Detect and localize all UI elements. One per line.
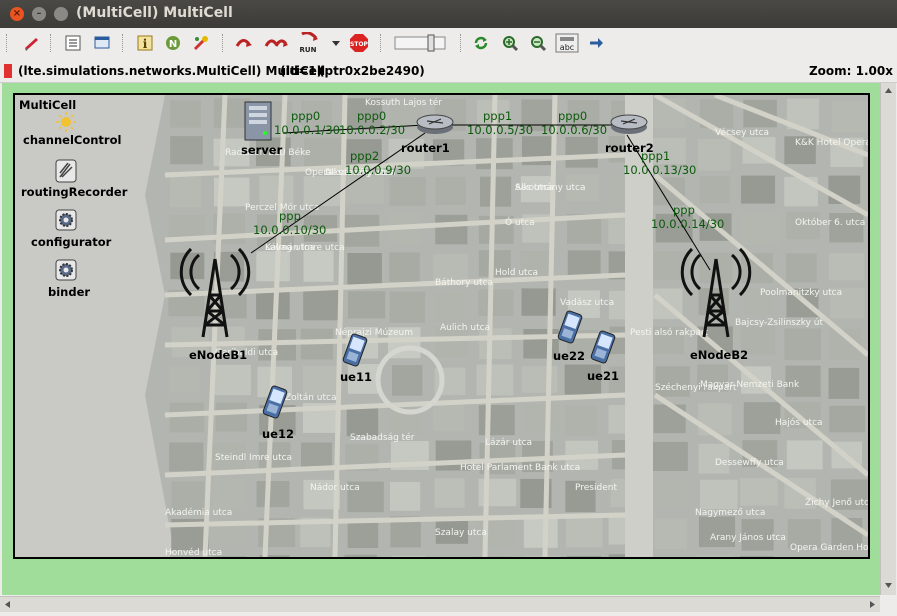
maximize-button[interactable] — [54, 7, 68, 21]
server-icon[interactable] — [243, 100, 275, 142]
link-label-address: 10.0.0.14/30 — [651, 217, 724, 231]
close-button[interactable]: × — [10, 7, 24, 21]
ue22-label[interactable]: ue22 — [553, 349, 585, 363]
scroll-arrows — [0, 597, 880, 612]
link-label-name: ppp1 — [641, 149, 670, 163]
svg-text:N: N — [169, 39, 177, 50]
zoom-in-icon[interactable] — [499, 32, 521, 54]
run-menu-chevron-down-icon[interactable] — [330, 32, 342, 54]
link-label-name: ppp2 — [350, 149, 379, 163]
step-icon[interactable] — [234, 32, 260, 54]
link-label-name: ppp0 — [357, 109, 386, 123]
link-label-address: 10.0.0.10/30 — [253, 223, 326, 237]
network-name: MultiCell — [19, 98, 76, 112]
binder-gear-icon[interactable] — [55, 259, 77, 281]
configurator-label[interactable]: configurator — [31, 235, 111, 249]
refresh-icon[interactable] — [470, 32, 492, 54]
gear-icon[interactable] — [55, 209, 77, 231]
module-id: (id=1) — [280, 64, 322, 78]
link-label-name: ppp — [279, 209, 301, 223]
ue11-phone-icon[interactable] — [340, 333, 370, 367]
status-marker — [4, 64, 12, 78]
run-icon[interactable]: RUN — [296, 32, 322, 54]
module-pointer: (ptr0x2be2490) — [319, 64, 425, 78]
nedit-icon[interactable]: N — [162, 32, 184, 54]
enodeb2-label[interactable]: eNodeB2 — [690, 348, 748, 362]
channel-control-label[interactable]: channelControl — [23, 133, 121, 147]
ue12-phone-icon[interactable] — [260, 385, 290, 419]
zoom-level: Zoom: 1.00x — [809, 64, 893, 78]
link-label-name: ppp0 — [291, 109, 320, 123]
enodeb1-label[interactable]: eNodeB1 — [189, 348, 247, 362]
info-icon[interactable]: i — [134, 32, 156, 54]
tools-icon[interactable] — [190, 32, 212, 54]
zoom-out-icon[interactable] — [527, 32, 549, 54]
run-label: RUN — [300, 46, 317, 54]
link-label-name: ppp0 — [558, 109, 587, 123]
link-label-address: 10.0.0.2/30 — [339, 123, 405, 137]
ue11-label[interactable]: ue11 — [340, 370, 372, 384]
router1-label[interactable]: router1 — [401, 141, 450, 155]
minimize-button[interactable]: – — [32, 7, 46, 21]
toolbar-separator — [460, 34, 463, 52]
stop-label: STOP — [350, 41, 369, 48]
link-label-name: ppp1 — [483, 109, 512, 123]
title-bar: × – (MultiCell) MultiCell — [0, 0, 897, 28]
toolbar-separator — [222, 34, 225, 52]
ue21-phone-icon[interactable] — [588, 330, 618, 364]
window-icon[interactable] — [91, 32, 113, 54]
link-label-address: 10.0.0.9/30 — [345, 163, 411, 177]
link-label-name: ppp — [673, 203, 695, 217]
router2-icon[interactable] — [609, 113, 649, 135]
speed-slider[interactable] — [394, 32, 446, 54]
abc-label: abc — [560, 43, 574, 52]
antenna-tower-icon[interactable] — [179, 245, 251, 341]
sun-icon[interactable] — [55, 111, 77, 133]
binder-label[interactable]: binder — [48, 285, 90, 299]
network-area[interactable]: Alkotmány utcaAlkotmány utcaKálmán Imre … — [13, 93, 870, 559]
link-label-address: 10.0.0.1/30 — [274, 123, 340, 137]
ue22-phone-icon[interactable] — [555, 310, 585, 344]
toolbar-separator — [6, 34, 9, 52]
fast-icon[interactable] — [264, 32, 290, 54]
link-label-address: 10.0.0.6/30 — [541, 123, 607, 137]
horizontal-scrollbar[interactable] — [0, 596, 880, 612]
scroll-arrows — [881, 83, 896, 595]
toolbar-separator — [50, 34, 53, 52]
toolbar: i N RUN STOP abc — [0, 28, 897, 61]
abc-icon[interactable]: abc — [555, 32, 579, 54]
ue12-label[interactable]: ue12 — [262, 427, 294, 441]
toolbar-separator — [122, 34, 125, 52]
toolbar-separator — [380, 34, 383, 52]
window-title: (MultiCell) MultiCell — [76, 5, 233, 21]
link-label-address: 10.0.0.13/30 — [623, 163, 696, 177]
router1-icon[interactable] — [415, 113, 455, 135]
network-canvas[interactable]: Alkotmány utcaAlkotmány utcaKálmán Imre … — [2, 83, 880, 595]
antenna-tower-2-icon[interactable] — [680, 245, 752, 341]
inspector-path-bar: (lte.simulations.networks.MultiCell) Mul… — [0, 60, 897, 83]
stop-icon[interactable]: STOP — [348, 32, 370, 54]
link-label-address: 10.0.0.5/30 — [467, 123, 533, 137]
recorder-icon[interactable] — [55, 159, 77, 183]
list-icon[interactable] — [62, 32, 84, 54]
svg-text:i: i — [143, 37, 148, 51]
routing-recorder-label[interactable]: routingRecorder — [21, 185, 127, 199]
vertical-scrollbar[interactable] — [880, 83, 896, 595]
undo-icon[interactable] — [20, 32, 42, 54]
ue21-label[interactable]: ue21 — [587, 369, 619, 383]
arrow-icon[interactable] — [585, 32, 607, 54]
server-label[interactable]: server — [241, 143, 282, 157]
